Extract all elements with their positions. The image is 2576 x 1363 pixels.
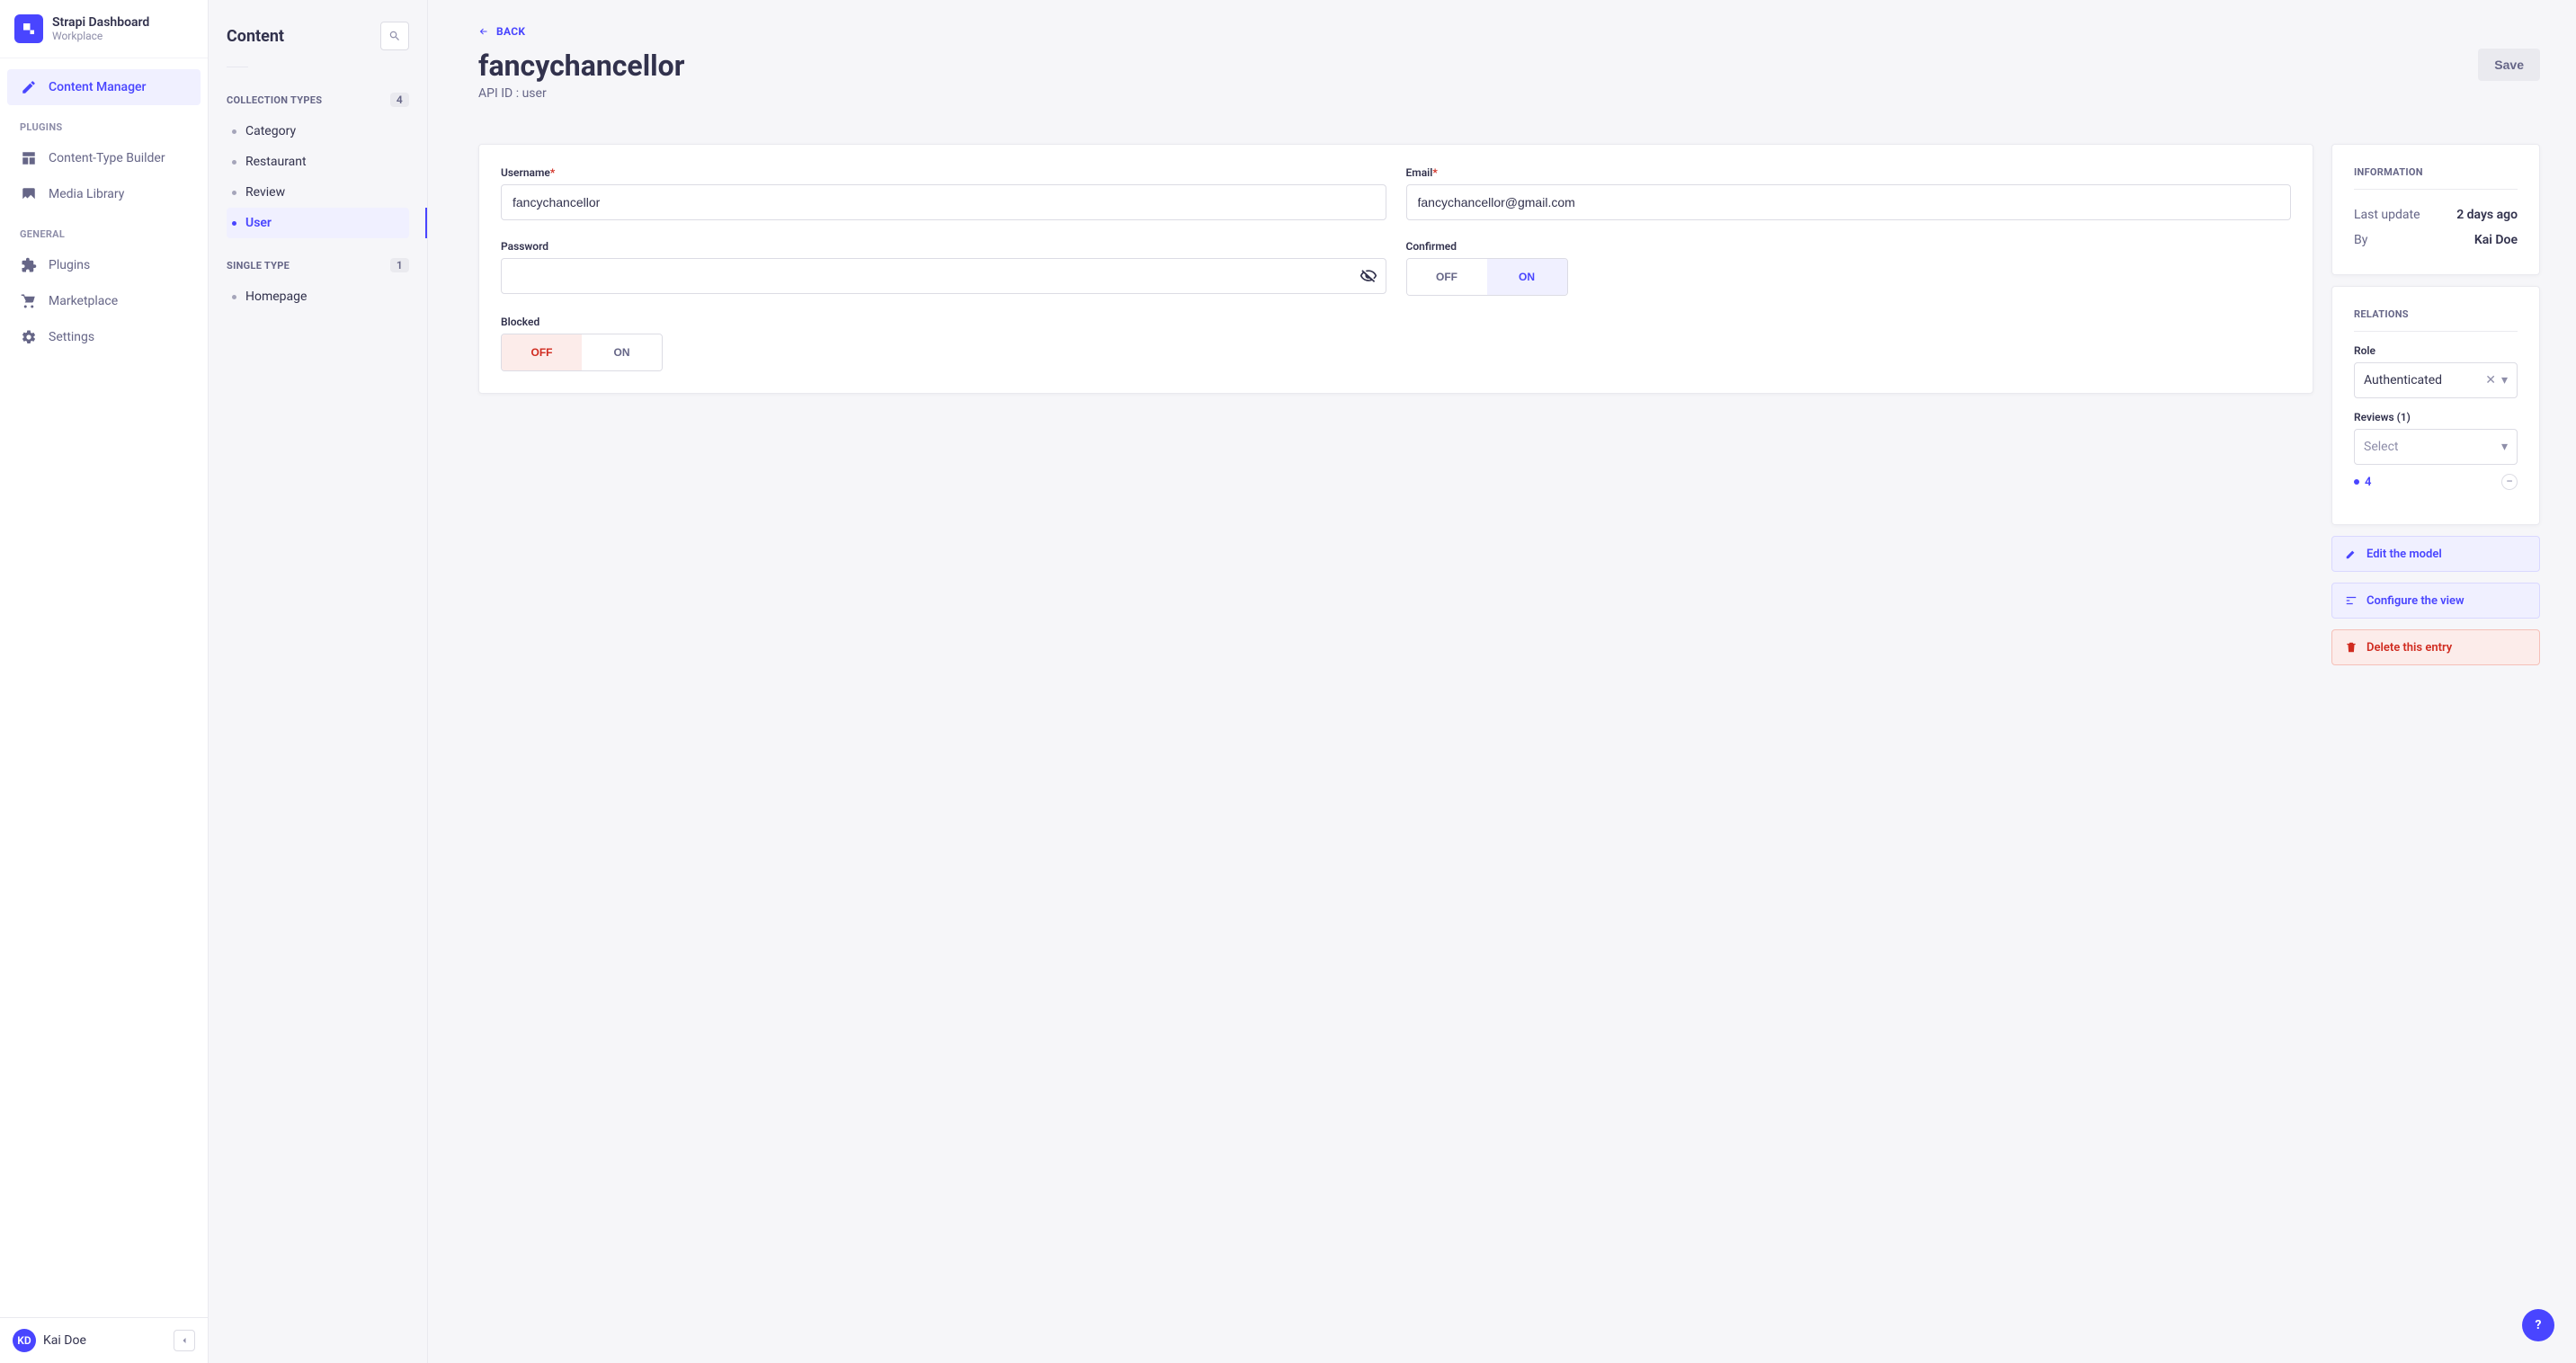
blocked-off[interactable]: OFF [502, 334, 582, 370]
edit-model-button[interactable]: Edit the model [2331, 536, 2540, 572]
relations-heading: RELATIONS [2354, 308, 2518, 332]
brand-logo [14, 14, 43, 43]
nav-label: Plugins [49, 258, 90, 272]
user-name: Kai Doe [43, 1333, 86, 1348]
configure-view-button[interactable]: Configure the view [2331, 583, 2540, 619]
nav-content-manager[interactable]: Content Manager [7, 69, 201, 105]
search-icon [388, 30, 401, 42]
form-card: Username* Email* Password [478, 144, 2313, 394]
content-panel: Content COLLECTION TYPES 4 Category Rest… [209, 0, 428, 1363]
panel-item-homepage[interactable]: Homepage [227, 281, 409, 312]
panel-item-user[interactable]: User [227, 208, 409, 238]
info-by-val: Kai Doe [2474, 233, 2518, 247]
collapse-nav-button[interactable] [174, 1330, 195, 1351]
reviews-select[interactable]: Select ▾ [2354, 429, 2518, 465]
role-select[interactable]: Authenticated ✕ ▾ [2354, 362, 2518, 398]
confirmed-on[interactable]: ON [1487, 259, 1567, 295]
info-last-update-key: Last update [2354, 208, 2420, 222]
puzzle-icon [20, 256, 38, 274]
nav-label: Media Library [49, 187, 124, 201]
main-nav: Strapi Dashboard Workplace Content Manag… [0, 0, 209, 1363]
reviews-label: Reviews (1) [2354, 411, 2518, 423]
username-input[interactable] [501, 184, 1386, 220]
info-heading: INFORMATION [2354, 166, 2518, 190]
info-last-update-val: 2 days ago [2456, 208, 2518, 222]
nav-settings[interactable]: Settings [7, 319, 201, 355]
sliders-icon [2345, 594, 2358, 607]
brand-block: Strapi Dashboard Workplace [0, 0, 208, 58]
blocked-on[interactable]: ON [582, 334, 662, 370]
status-dot-icon [2354, 479, 2359, 485]
field-blocked: Blocked OFF ON [501, 316, 1386, 371]
main-content: BACK fancychancellor API ID : user Save … [428, 0, 2576, 1363]
info-by-key: By [2354, 233, 2367, 247]
nav-label: Content-Type Builder [49, 151, 165, 165]
nav-plugins[interactable]: Plugins [7, 247, 201, 283]
field-email: Email* [1406, 166, 2292, 220]
blocked-toggle: OFF ON [501, 334, 663, 371]
confirmed-off[interactable]: OFF [1407, 259, 1487, 295]
panel-item-category[interactable]: Category [227, 116, 409, 147]
eye-off-icon[interactable] [1359, 267, 1377, 285]
gear-icon [20, 328, 38, 346]
email-input[interactable] [1406, 184, 2292, 220]
layout-icon [20, 149, 38, 167]
panel-title: Content [227, 27, 284, 46]
caret-down-icon: ▾ [2501, 440, 2508, 454]
panel-group-count: 4 [390, 93, 409, 107]
nav-media-library[interactable]: Media Library [7, 176, 201, 212]
nav-marketplace[interactable]: Marketplace [7, 283, 201, 319]
arrow-left-icon [478, 26, 489, 37]
panel-item-review[interactable]: Review [227, 177, 409, 208]
cart-icon [20, 292, 38, 310]
brand-subtitle: Workplace [52, 30, 149, 42]
brand-title: Strapi Dashboard [52, 15, 149, 30]
relations-card: RELATIONS Role Authenticated ✕ ▾ Reviews… [2331, 286, 2540, 525]
chevron-left-icon [179, 1335, 190, 1346]
entry-subtitle: API ID : user [478, 86, 684, 101]
image-icon [20, 185, 38, 203]
entry-title: fancychancellor [478, 49, 684, 83]
nav-section-general: GENERAL [7, 212, 201, 247]
panel-search-button[interactable] [380, 22, 409, 50]
field-username: Username* [501, 166, 1386, 220]
delete-entry-button[interactable]: Delete this entry [2331, 629, 2540, 665]
info-card: INFORMATION Last update 2 days ago By Ka… [2331, 144, 2540, 275]
save-button[interactable]: Save [2478, 49, 2540, 81]
pencil-icon [2345, 548, 2358, 560]
review-link[interactable]: 4 [2354, 476, 2371, 489]
panel-group-count: 1 [390, 258, 409, 272]
caret-down-icon: ▾ [2501, 373, 2508, 388]
back-link[interactable]: BACK [478, 25, 525, 38]
trash-icon [2345, 641, 2358, 654]
field-confirmed: Confirmed OFF ON [1406, 240, 2292, 296]
nav-label: Content Manager [49, 80, 147, 94]
nav-label: Settings [49, 330, 94, 344]
nav-footer: KD Kai Doe [0, 1317, 208, 1363]
remove-relation-button[interactable]: − [2501, 474, 2518, 490]
password-input[interactable] [501, 258, 1386, 294]
clear-icon[interactable]: ✕ [2485, 373, 2496, 388]
help-button[interactable]: ? [2522, 1309, 2554, 1341]
panel-item-restaurant[interactable]: Restaurant [227, 147, 409, 177]
role-label: Role [2354, 344, 2518, 357]
pencil-square-icon [20, 78, 38, 96]
confirmed-toggle: OFF ON [1406, 258, 1568, 296]
panel-group-label: SINGLE TYPE [227, 260, 290, 272]
panel-group-label: COLLECTION TYPES [227, 94, 322, 106]
nav-section-plugins: PLUGINS [7, 105, 201, 140]
user-avatar[interactable]: KD [13, 1329, 36, 1352]
field-password: Password [501, 240, 1386, 296]
nav-label: Marketplace [49, 294, 118, 308]
nav-content-type-builder[interactable]: Content-Type Builder [7, 140, 201, 176]
